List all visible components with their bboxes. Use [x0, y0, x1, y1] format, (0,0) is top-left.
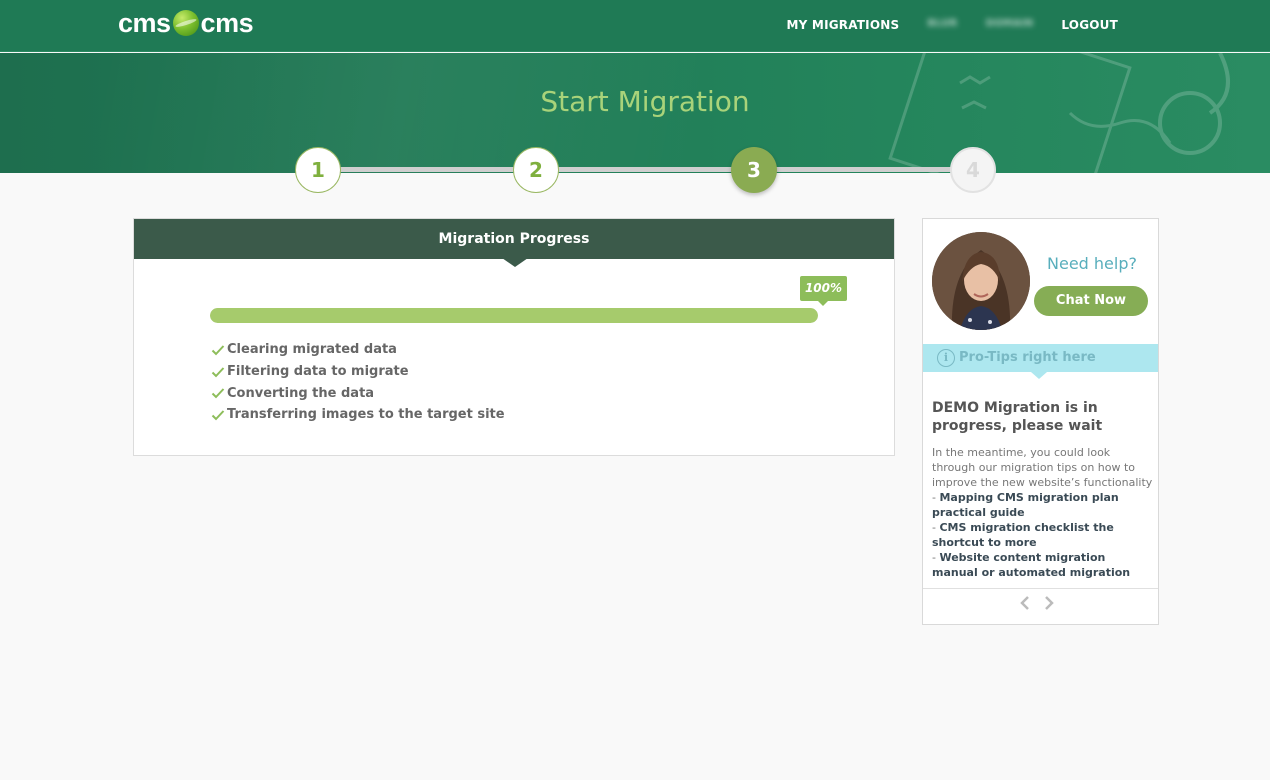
- task-item: Converting the data: [211, 382, 505, 404]
- progress-bar: [210, 308, 818, 323]
- tips-pager: [1019, 595, 1055, 611]
- info-icon: i: [937, 349, 955, 367]
- logo-text-right: cms: [200, 7, 254, 38]
- need-help-label: Need help?: [1047, 254, 1137, 273]
- logo-text-left: cms: [118, 7, 171, 38]
- hero-banner: Start Migration: [0, 53, 1270, 173]
- check-icon: [211, 410, 225, 421]
- task-label: Clearing migrated data: [227, 342, 397, 358]
- step-3[interactable]: 3: [731, 147, 777, 193]
- nav-blurred-item-1[interactable]: BLUR: [927, 18, 957, 32]
- task-item: Transferring images to the target site: [211, 404, 505, 426]
- top-navbar: cms cms MY MIGRATIONS BLUR DOMAIN LOGOUT: [0, 0, 1270, 52]
- chevron-right-icon[interactable]: [1043, 595, 1055, 611]
- chat-now-button[interactable]: Chat Now: [1034, 286, 1148, 316]
- task-item: Filtering data to migrate: [211, 361, 505, 383]
- globe-logo-icon: [172, 10, 199, 36]
- demo-status-title: DEMO Migration is in progress, please wa…: [932, 400, 1103, 434]
- step-2[interactable]: 2: [513, 147, 559, 193]
- progress-percent-badge: 100%: [800, 276, 847, 306]
- migration-progress-panel: Migration Progress 100% Clearing migrate…: [133, 218, 895, 456]
- cms2cms-logo[interactable]: cms cms: [118, 7, 254, 38]
- tips-body: In the meantime, you could look through …: [932, 445, 1154, 580]
- page-title: Start Migration: [540, 85, 750, 118]
- panel-title: Migration Progress: [134, 219, 894, 267]
- tip-link[interactable]: - Website content migration manual or au…: [932, 550, 1154, 580]
- progress-bar-fill: [210, 308, 818, 323]
- task-label: Converting the data: [227, 385, 375, 401]
- check-icon: [211, 388, 225, 399]
- tip-link[interactable]: - CMS migration checklist the shortcut t…: [932, 520, 1154, 550]
- pro-tips-bar: i Pro-Tips right here: [923, 344, 1158, 379]
- step-1[interactable]: 1: [295, 147, 341, 193]
- support-agent-photo: [932, 232, 1030, 330]
- chevron-left-icon[interactable]: [1019, 595, 1031, 611]
- step-4: 4: [950, 147, 996, 193]
- check-icon: [211, 366, 225, 377]
- nav-logout[interactable]: LOGOUT: [1061, 18, 1118, 32]
- check-icon: [211, 345, 225, 356]
- help-sidebar: Need help? Chat Now i Pro-Tips right her…: [922, 218, 1159, 625]
- task-label: Transferring images to the target site: [227, 407, 505, 423]
- tip-link[interactable]: - Mapping CMS migration plan practical g…: [932, 490, 1154, 520]
- top-nav-menu: MY MIGRATIONS BLUR DOMAIN LOGOUT: [787, 18, 1118, 32]
- nav-blurred-item-2[interactable]: DOMAIN: [986, 18, 1034, 32]
- task-list: Clearing migrated data Filtering data to…: [211, 339, 505, 426]
- sidebar-divider: [923, 588, 1158, 589]
- tips-intro: In the meantime, you could look through …: [932, 446, 1153, 489]
- steps-progress-line: [318, 167, 973, 172]
- nav-my-migrations[interactable]: MY MIGRATIONS: [787, 18, 900, 32]
- task-item: Clearing migrated data: [211, 339, 505, 361]
- support-avatar: [932, 232, 1030, 330]
- pro-tips-label: Pro-Tips right here: [959, 350, 1096, 365]
- task-label: Filtering data to migrate: [227, 364, 409, 380]
